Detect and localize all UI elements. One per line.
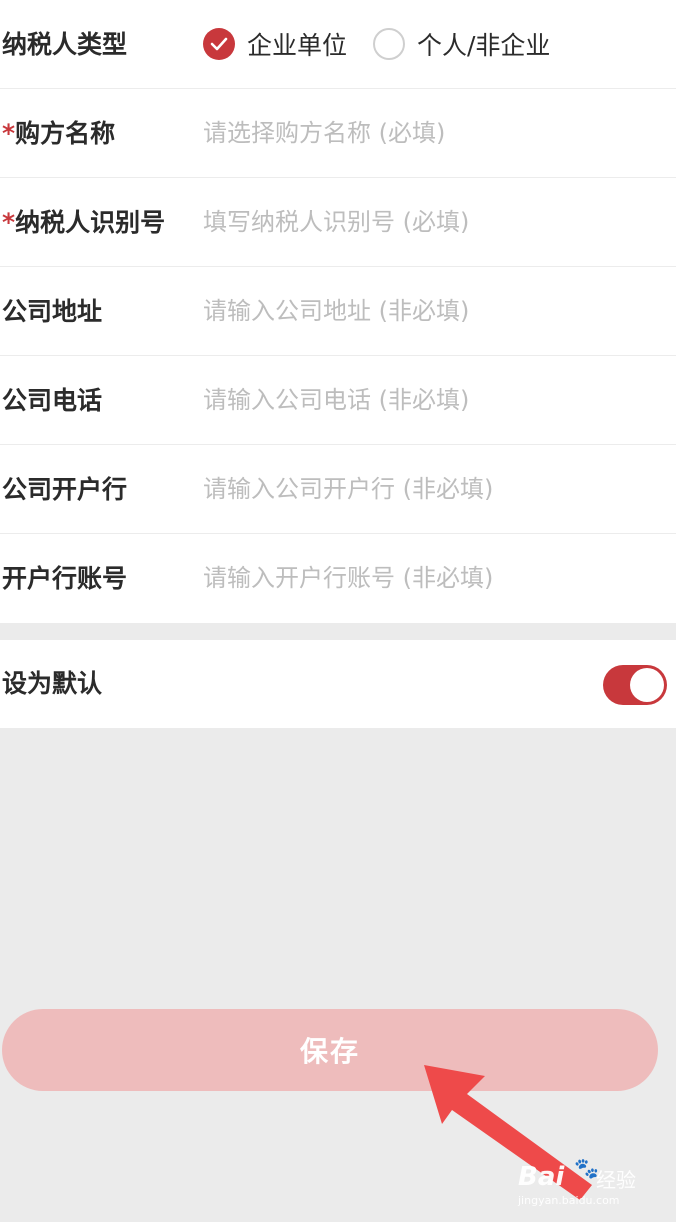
- company-address-row: 公司地址: [0, 267, 676, 356]
- radio-individual[interactable]: 个人/非企业: [373, 27, 550, 61]
- watermark-suffix: 经验: [596, 1168, 636, 1192]
- buyer-name-row: *购方名称: [0, 89, 676, 178]
- company-address-input[interactable]: [203, 285, 653, 337]
- taxpayer-type-row: 纳税人类型 企业单位 个人/非企业: [0, 0, 676, 89]
- required-mark: *: [2, 119, 16, 148]
- taxpayer-type-label: 纳税人类型: [2, 30, 128, 59]
- set-default-toggle[interactable]: [603, 665, 667, 705]
- check-icon: [203, 28, 235, 60]
- radio-circle-icon: [373, 28, 405, 60]
- radio-individual-label: 个人/非企业: [417, 31, 551, 60]
- radio-enterprise[interactable]: 企业单位: [203, 27, 347, 61]
- save-button[interactable]: 保存: [2, 1009, 658, 1091]
- required-mark: *: [2, 208, 16, 237]
- bank-account-label: 开户行账号: [2, 564, 128, 593]
- invoice-form: 纳税人类型 企业单位 个人/非企业 *购方名称 *纳税人识别号 公司地址 公司电…: [0, 0, 676, 623]
- company-phone-label: 公司电话: [2, 386, 103, 415]
- company-phone-row: 公司电话: [0, 356, 676, 445]
- tax-id-row: *纳税人识别号: [0, 178, 676, 267]
- section-gap: [0, 623, 676, 640]
- bank-account-row: 开户行账号: [0, 534, 676, 623]
- company-address-label: 公司地址: [2, 297, 103, 326]
- watermark-url: jingyan.baidu.com: [518, 1194, 620, 1207]
- watermark-logo: Bai: [518, 1162, 565, 1192]
- set-default-label: 设为默认: [2, 669, 103, 698]
- tax-id-input[interactable]: [203, 196, 653, 248]
- buyer-name-label: *购方名称: [2, 119, 116, 148]
- buyer-name-input[interactable]: [203, 107, 653, 159]
- set-default-row: 设为默认: [0, 640, 676, 728]
- watermark: Bai 🐾 经验 jingyan.baidu.com: [518, 1150, 668, 1210]
- tax-id-label: *纳税人识别号: [2, 208, 166, 237]
- radio-enterprise-label: 企业单位: [247, 31, 348, 60]
- company-phone-input[interactable]: [203, 374, 653, 426]
- bank-account-input[interactable]: [203, 552, 653, 604]
- company-bank-label: 公司开户行: [2, 475, 128, 504]
- company-bank-input[interactable]: [203, 463, 653, 515]
- company-bank-row: 公司开户行: [0, 445, 676, 534]
- toggle-knob: [630, 668, 664, 702]
